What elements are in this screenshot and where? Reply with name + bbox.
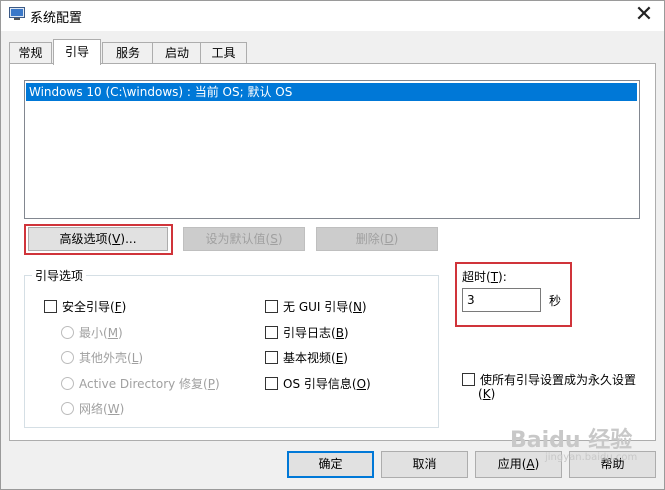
radio-network[interactable]: 网络(W) — [61, 400, 124, 417]
checkbox-box[interactable] — [265, 377, 278, 390]
radio-active-directory-repair[interactable]: Active Directory 修复(P) — [61, 375, 220, 392]
tab-boot[interactable]: 引导 — [53, 39, 101, 65]
radio-circle[interactable] — [61, 326, 74, 339]
os-list[interactable]: Windows 10 (C:\windows) : 当前 OS; 默认 OS — [24, 80, 640, 219]
checkbox-box[interactable] — [265, 300, 278, 313]
system-config-icon — [9, 7, 25, 20]
make-permanent-checkbox[interactable]: 使所有引导设置成为永久设置 — [462, 371, 636, 388]
boot-log-checkbox[interactable]: 引导日志(B) — [265, 324, 349, 341]
checkbox-box[interactable] — [265, 351, 278, 364]
tab-tools[interactable]: 工具 — [200, 42, 247, 64]
watermark-url: jingyan.baidu.com — [545, 452, 638, 463]
boot-options-legend: 引导选项 — [32, 267, 87, 284]
timeout-unit: 秒 — [549, 294, 562, 308]
safe-boot-checkbox[interactable]: 安全引导(F) — [44, 298, 126, 315]
timeout-input[interactable]: 3 — [462, 288, 541, 312]
checkbox-box[interactable] — [265, 326, 278, 339]
advanced-options-button[interactable]: 高级选项(V)... — [28, 227, 168, 251]
radio-circle[interactable] — [61, 377, 74, 390]
tab-services[interactable]: 服务 — [102, 42, 154, 64]
os-list-item[interactable]: Windows 10 (C:\windows) : 当前 OS; 默认 OS — [26, 83, 637, 101]
ok-button[interactable]: 确定 — [287, 451, 374, 478]
tab-startup[interactable]: 启动 — [152, 42, 202, 64]
set-default-button[interactable]: 设为默认值(S) — [183, 227, 305, 251]
radio-circle[interactable] — [61, 351, 74, 364]
tab-general[interactable]: 常规 — [9, 42, 52, 64]
no-gui-boot-checkbox[interactable]: 无 GUI 引导(N) — [265, 298, 367, 315]
close-button[interactable]: ✕ — [624, 0, 664, 30]
cancel-button[interactable]: 取消 — [381, 451, 468, 478]
os-boot-info-checkbox[interactable]: OS 引导信息(O) — [265, 375, 371, 392]
title-bar[interactable] — [1, 1, 664, 31]
make-permanent-hotkey: (K) — [478, 387, 496, 401]
window-title: 系统配置 — [30, 11, 83, 26]
delete-button[interactable]: 删除(D) — [316, 227, 438, 251]
checkbox-box[interactable] — [462, 373, 475, 386]
radio-circle[interactable] — [61, 402, 74, 415]
timeout-label: 超时(T): — [462, 269, 507, 285]
watermark-logo: Baidu 经验 — [510, 428, 633, 453]
base-video-checkbox[interactable]: 基本视频(E) — [265, 349, 348, 366]
radio-minimal[interactable]: 最小(M) — [61, 324, 123, 341]
checkbox-box[interactable] — [44, 300, 57, 313]
radio-alternate-shell[interactable]: 其他外壳(L) — [61, 349, 143, 366]
